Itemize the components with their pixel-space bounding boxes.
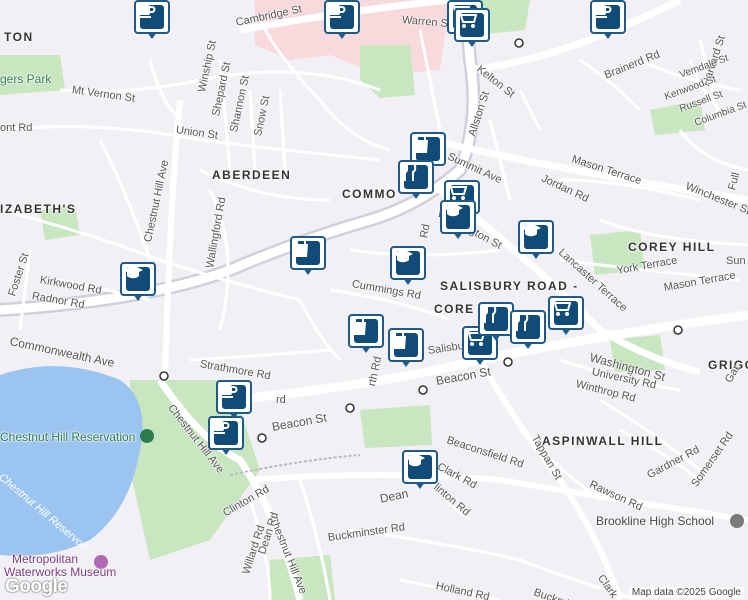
map-canvas[interactable]: Cambridge St Warren St Kelton St Brainer… [0,0,748,600]
poi-pin-school[interactable] [390,246,426,286]
area-label-aspinwall-hill: ASPINWALL HILL [542,434,664,448]
street-label-rd2: Rd [418,223,433,240]
coffee-cup-icon [593,5,620,29]
graduation-cap-icon [405,453,432,479]
poi-pin-cafe[interactable] [324,0,360,40]
street-label-front-rd: ont Rd [0,122,33,134]
shopping-bag-icon [414,134,440,161]
coffee-cup-icon [327,5,354,29]
area-label-elizabeths: IZABETH'S [0,202,77,216]
poi-label-metropolitan: Metropolitan [12,552,79,566]
street-label-rd-stub: rd [276,394,286,406]
coffee-cup-icon [137,5,164,29]
shopping-bag-icon [352,316,378,343]
graduation-cap-icon [123,265,150,291]
graduation-cap-icon [443,203,470,229]
poi-pin-restaurant[interactable] [478,302,514,342]
area-label-salisbury-road: SALISBURY ROAD - [440,279,579,293]
poi-label-brookline-high-school: Brookline High School [596,514,715,528]
street-label-sun: Sun [726,255,746,267]
fork-knife-icon [402,162,428,189]
shopping-cart-icon [457,11,484,37]
area-label-brighton: TON [4,30,34,44]
graduation-cap-icon [393,249,420,275]
poi-pin-grocery[interactable] [548,296,584,336]
shopping-cart-icon [551,299,578,325]
fork-knife-icon [514,312,540,339]
poi-pin-cafe[interactable] [216,380,252,420]
poi-pin-school[interactable] [120,262,156,302]
poi-pin-shop[interactable] [348,314,384,354]
coffee-cup-icon [211,421,238,445]
fork-knife-icon [482,304,508,331]
area-label-commonwealth: COMMO [342,187,397,201]
shopping-bag-icon [392,330,418,357]
google-logo: Google [5,576,68,597]
poi-label-rogers-park: gers Park [0,72,52,86]
area-label-corey-hill: COREY HILL [628,240,716,254]
poi-pin-cafe[interactable] [208,416,244,456]
poi-pin-grocery[interactable] [454,8,490,48]
poi-pin-restaurant[interactable] [398,160,434,200]
coffee-cup-icon [219,385,246,409]
area-label-corey-road: CORE [434,302,475,316]
poi-pin-school[interactable] [518,220,554,260]
area-label-aberdeen: ABERDEEN [212,168,292,182]
poi-pin-school[interactable] [440,200,476,240]
poi-pin-shop[interactable] [290,236,326,276]
poi-pin-cafe[interactable] [134,0,170,40]
poi-pin-school[interactable] [402,450,438,490]
poi-pin-shop[interactable] [388,328,424,368]
poi-pin-restaurant[interactable] [510,310,546,350]
map-attribution[interactable]: Map data ©2025 Google [628,587,744,598]
poi-label-chestnut-hill-reservation: Chestnut Hill Reservation [0,430,136,444]
shopping-bag-icon [294,238,320,265]
graduation-cap-icon [521,223,548,249]
poi-pin-cafe[interactable] [590,0,626,40]
